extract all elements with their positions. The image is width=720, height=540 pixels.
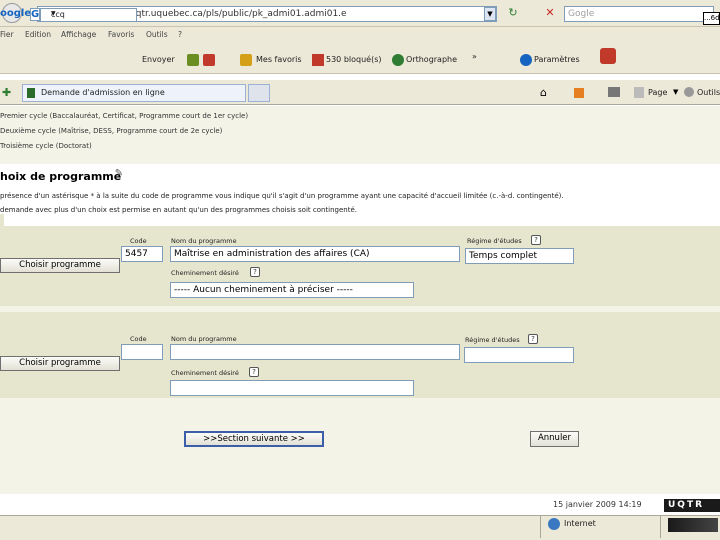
- note-multiple-choice: demande avec plus d'un choix est permise…: [0, 206, 358, 214]
- favorites-button[interactable]: Mes favoris: [256, 55, 302, 64]
- zoom-control[interactable]: [668, 518, 718, 532]
- page-menu[interactable]: Page: [648, 88, 667, 97]
- menu-tools[interactable]: Outils: [146, 30, 168, 39]
- pencil-icon: ✎: [114, 168, 124, 179]
- choose-program-button[interactable]: Choisir programme: [0, 356, 120, 371]
- tab-favicon-icon: [27, 88, 35, 98]
- settings-button[interactable]: Paramètres: [534, 55, 580, 64]
- popup-blocker-icon: [312, 54, 324, 66]
- globe-icon: [548, 518, 560, 530]
- choose-program-button[interactable]: Choisir programme: [0, 258, 120, 273]
- menu-edit[interactable]: Edition: [25, 30, 51, 39]
- print-icon[interactable]: [608, 87, 620, 97]
- help-icon[interactable]: ?: [249, 367, 259, 377]
- tools-icon: [684, 87, 694, 97]
- send-button[interactable]: Envoyer: [142, 55, 175, 64]
- code-label: Code: [130, 237, 147, 245]
- tab-title: Demande d'admission en ligne: [41, 88, 165, 97]
- spellcheck-icon[interactable]: [392, 54, 404, 66]
- google-search-input[interactable]: ccq ▼: [40, 8, 137, 22]
- help-icon[interactable]: ?: [250, 267, 260, 277]
- menu-file[interactable]: Fier: [0, 30, 14, 39]
- code-label: Code: [130, 335, 147, 343]
- path-label: Cheminement désiré: [171, 369, 239, 377]
- footer-date: 15 janvier 2009 14:19: [553, 500, 642, 509]
- program-field[interactable]: Maîtrise en administration des affaires …: [170, 246, 460, 262]
- cycle-third: Troisième cycle (Doctorat): [0, 142, 92, 150]
- status-divider: [660, 516, 661, 538]
- popup-icon[interactable]: [203, 54, 215, 66]
- pdf-icon[interactable]: [600, 48, 616, 64]
- security-zone[interactable]: Internet: [564, 519, 596, 528]
- path-label: Cheminement désiré: [171, 269, 239, 277]
- regime-label: Régime d'études: [467, 237, 522, 245]
- cycle-first: Premier cycle (Baccalauréat, Certificat,…: [0, 112, 249, 120]
- address-dropdown-button[interactable]: ▼: [484, 7, 496, 21]
- menu-help[interactable]: ?: [178, 30, 182, 39]
- cancel-button[interactable]: Annuler: [530, 431, 579, 447]
- stop-icon[interactable]: ✕: [543, 6, 557, 20]
- page-icon: [634, 87, 644, 98]
- spellcheck-button[interactable]: Orthographe: [406, 55, 457, 64]
- choice-number-tab: [0, 312, 4, 330]
- partial-window-corner: ...6d: [703, 12, 720, 25]
- program-label: Nom du programme: [171, 335, 237, 343]
- star-icon[interactable]: [240, 54, 252, 66]
- help-icon[interactable]: ?: [531, 235, 541, 245]
- refresh-icon[interactable]: ↻: [506, 6, 520, 20]
- menu-favorites[interactable]: Favoris: [108, 30, 134, 39]
- tools-menu[interactable]: Outils: [697, 88, 720, 97]
- chevron-down-icon[interactable]: ▼: [51, 10, 134, 17]
- choice-number-tab: [0, 214, 4, 232]
- regime-label: Régime d'études: [465, 336, 520, 344]
- bookmark-icon[interactable]: [187, 54, 199, 66]
- cycle-second: Deuxième cycle (Maîtrise, DESS, Programm…: [0, 127, 223, 135]
- next-section-button[interactable]: >>Section suivante >>: [184, 431, 324, 447]
- search-input[interactable]: Gogle: [564, 6, 714, 22]
- google-logo: oogle: [0, 8, 32, 19]
- status-bar: [0, 515, 720, 540]
- home-icon[interactable]: ⌂: [540, 86, 552, 99]
- toolbar-more-button[interactable]: »: [472, 52, 477, 61]
- search-placeholder: Gogle: [568, 9, 595, 19]
- chevron-down-icon[interactable]: ▼: [673, 88, 678, 96]
- section-title: hoix de programme: [0, 170, 122, 183]
- settings-icon: [520, 54, 532, 66]
- new-tab-button[interactable]: [248, 84, 270, 102]
- code-field[interactable]: 5457: [121, 246, 163, 262]
- tab-admission[interactable]: Demande d'admission en ligne: [22, 84, 246, 102]
- menu-view[interactable]: Affichage: [61, 30, 96, 39]
- menu-bar: Fier Edition Affichage Favoris Outils ?: [0, 27, 720, 44]
- program-field[interactable]: [170, 344, 460, 360]
- regime-field[interactable]: Temps complet: [465, 248, 574, 264]
- google-g-icon[interactable]: G: [30, 8, 40, 21]
- code-field[interactable]: [121, 344, 163, 360]
- note-asterisk: présence d'un astérisque * à la suite du…: [0, 192, 564, 200]
- popups-blocked-label[interactable]: 530 bloqué(s): [326, 55, 382, 64]
- program-label: Nom du programme: [171, 237, 237, 245]
- path-field[interactable]: [170, 380, 414, 396]
- status-divider: [540, 516, 541, 538]
- help-icon[interactable]: ?: [528, 334, 538, 344]
- uqtr-logo: UQTR: [664, 499, 720, 512]
- favorites-star-icon[interactable]: ✚: [2, 86, 16, 99]
- regime-field[interactable]: [464, 347, 574, 363]
- path-field[interactable]: ----- Aucun cheminement à préciser -----: [170, 282, 414, 298]
- rss-icon[interactable]: [574, 88, 584, 98]
